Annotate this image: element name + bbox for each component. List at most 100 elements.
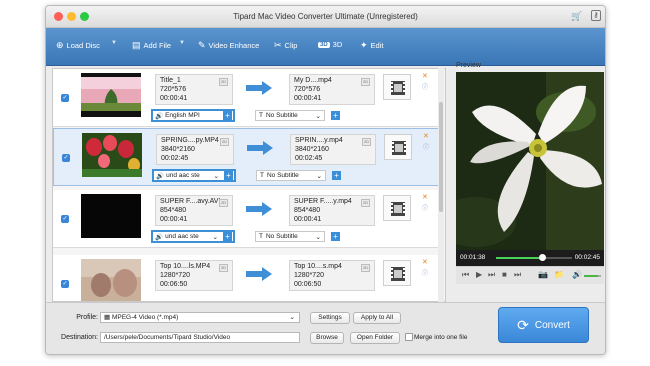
skip-back-icon[interactable]: ⏮ [462,270,469,280]
remove-file-icon[interactable]: ✕ [423,132,429,140]
remove-file-icon[interactable]: ✕ [422,72,428,80]
browse-button[interactable]: Browse [310,332,344,344]
seek-handle[interactable] [538,254,546,261]
convert-button[interactable]: ⟳ Convert [498,307,589,343]
twod-chip: 2D [362,138,371,146]
chevron-down-icon: ⌄ [315,112,321,120]
output-format-button[interactable] [383,195,411,221]
remove-file-icon[interactable]: ✕ [422,193,428,201]
add-file-button[interactable]: ▤ Add File [132,40,171,51]
profile-select[interactable]: ▦ MPEG-4 Video (*.mp4) ⌄ [100,312,300,323]
audio-track-select[interactable]: 🔊 und aac ste ⌄ + [151,230,235,243]
open-folder-button[interactable]: Open Folder [350,332,400,344]
merge-label: Merge into one file [414,334,468,341]
scrollbar-thumb[interactable] [439,102,443,212]
file-thumbnail [81,73,141,117]
file-checkbox[interactable]: ✓ [62,154,70,162]
add-subtitle-button[interactable]: + [331,232,340,241]
fast-forward-icon[interactable]: ⏭ [488,270,495,280]
disc-plus-icon: ⊕ [56,40,64,50]
folder-icon[interactable]: 📁 [554,270,564,279]
skip-next-icon[interactable]: ⏭ [514,270,521,280]
add-subtitle-button[interactable]: + [331,111,340,120]
threed-button[interactable]: 3D 3D [318,40,342,49]
twod-chip: 2D [219,199,228,207]
destination-field[interactable]: /Users/pele/Documents/Tipard Studio/Vide… [100,332,300,343]
output-filename: Top 10....s.mp4 [294,263,342,270]
output-info[interactable]: SPRIN....y.mp4 3840*2160 00:02:45 2D [290,134,376,165]
output-resolution: 720*576 [294,86,321,93]
output-info[interactable]: Top 10....s.mp4 1280*720 00:06:50 2D [289,260,375,291]
total-time: 00:02:45 [574,254,600,261]
clip-button[interactable]: ✂ Clip [274,40,297,51]
threed-icon: 3D [318,41,330,48]
output-info[interactable]: My D....mp4 720*576 00:00:41 2D [289,74,375,105]
source-resolution: 1280*720 [160,272,190,279]
file-list: ✓ Title_1 720*576 00:00:41 2D My D....mp… [52,68,446,302]
output-filename: SUPER F.....y.mp4 [294,198,352,205]
text-icon: T [260,172,264,179]
edit-button[interactable]: ✦ Edit [360,40,383,51]
film-plus-icon: ▤ [132,40,141,50]
film-icon: ▦ [104,314,112,321]
audio-track-select[interactable]: 🔊 und aac ste ⌄ + [152,169,236,182]
apply-to-all-button[interactable]: Apply to All [353,312,401,324]
seek-bar[interactable] [496,254,572,261]
output-resolution: 854*480 [294,207,321,214]
subtitle-select[interactable]: T No Subtitle ⌄ [255,231,325,242]
key-icon[interactable]: ⚷ [591,10,601,21]
source-filename: SPRING....py.MP4 [161,137,219,144]
subtitle-select[interactable]: T No Subtitle ⌄ [255,110,325,121]
output-resolution: 1280*720 [294,272,324,279]
add-audio-button[interactable]: + [223,232,232,241]
file-row[interactable]: ✓ SPRING....py.MP4 3840*2160 00:02:45 2D [53,128,441,186]
output-format-button[interactable] [383,260,411,286]
file-row[interactable]: ✓ Top 10....ls.MP4 1280*720 00:06:50 2D … [53,255,441,301]
add-audio-button[interactable]: + [223,111,232,120]
merge-checkbox[interactable] [405,333,413,341]
cart-icon[interactable]: 🛒 [571,11,582,22]
speaker-icon: 🔊 [155,112,164,120]
output-format-button[interactable] [383,74,411,100]
file-row[interactable]: ✓ Title_1 720*576 00:00:41 2D My D....mp… [53,69,441,127]
add-file-dropdown[interactable]: ▼ [179,40,185,46]
snapshot-icon[interactable]: 📷 [538,270,548,279]
stop-icon[interactable]: ■ [502,270,507,279]
load-disc-button[interactable]: ⊕ Load Disc [56,40,100,51]
twod-chip: 2D [219,78,228,86]
file-checkbox[interactable]: ✓ [61,94,69,102]
load-disc-dropdown[interactable]: ▼ [111,40,117,46]
scissors-icon: ✂ [274,40,282,50]
source-duration: 00:02:45 [161,155,189,162]
chevron-down-icon: ⌄ [289,314,295,321]
volume-icon[interactable]: 🔊 [572,270,582,279]
volume-slider[interactable] [584,275,601,277]
play-icon[interactable]: ▶ [476,270,482,279]
add-audio-button[interactable]: + [224,171,233,180]
file-thumbnail [82,133,142,177]
file-info-icon[interactable]: ⓘ [422,203,428,212]
file-info-icon[interactable]: ⓘ [423,142,429,151]
destination-label: Destination: [61,334,98,341]
file-list-scrollbar[interactable] [438,68,444,302]
add-subtitle-button[interactable]: + [332,171,341,180]
output-filename: My D....mp4 [294,77,332,84]
preview-panel: Preview 00:01:38 00:02:45 ⏮ ▶ ⏭ ■ ⏭ 📷 📁 … [454,62,604,302]
file-info-icon[interactable]: ⓘ [422,82,428,91]
output-info[interactable]: SUPER F.....y.mp4 854*480 00:00:41 2D [289,195,375,226]
video-enhance-button[interactable]: ✎ Video Enhance [198,40,259,51]
audio-track-select[interactable]: 🔊 English MPI + [151,109,235,122]
source-duration: 00:00:41 [160,95,188,102]
subtitle-select[interactable]: T No Subtitle ⌄ [256,170,326,181]
file-row[interactable]: ✓ SUPER F....avy.AVI 854*480 00:00:41 2D… [53,190,441,248]
profile-label: Profile: [76,314,98,321]
file-checkbox[interactable]: ✓ [61,215,69,223]
remove-file-icon[interactable]: ✕ [422,258,428,266]
convert-arrow-icon [246,267,272,281]
output-duration: 00:02:45 [295,155,323,162]
file-checkbox[interactable]: ✓ [61,280,69,288]
file-info-icon[interactable]: ⓘ [422,268,428,277]
settings-button[interactable]: Settings [310,312,350,324]
output-format-button[interactable] [384,134,412,160]
text-icon: T [259,112,263,119]
